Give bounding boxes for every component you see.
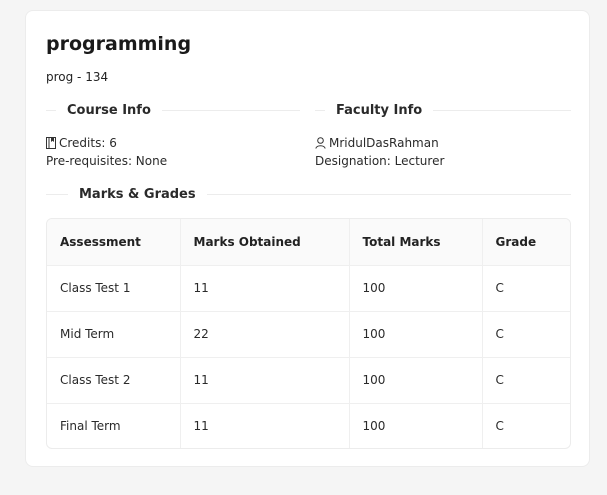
credits-line: Credits: 6 [46,136,117,150]
marks-divider: Marks & Grades [46,187,571,202]
divider-line [46,194,68,195]
cell-marks-obtained: 11 [180,265,350,312]
credits-text: Credits: 6 [59,136,117,150]
table-row: Class Test 2 11 100 C [47,357,570,404]
cell-marks-obtained: 11 [180,403,350,448]
table-header-row: Assessment Marks Obtained Total Marks Gr… [47,219,570,266]
column-header-total-marks[interactable]: Total Marks [349,219,483,266]
marks-table: Assessment Marks Obtained Total Marks Gr… [47,219,570,448]
faculty-name-line: MridulDasRahman [315,136,439,150]
cell-marks-obtained: 22 [180,311,350,358]
divider-line [161,110,300,111]
cell-total-marks: 100 [349,311,483,358]
user-icon [315,137,326,149]
cell-marks-obtained: 11 [180,357,350,404]
course-card: programming prog - 134 Course Info Facul… [25,10,590,467]
cell-assessment: Class Test 1 [47,265,181,312]
divider-line [46,110,56,111]
divider-line [315,110,325,111]
cell-assessment: Final Term [47,403,181,448]
column-header-assessment[interactable]: Assessment [47,219,181,266]
course-title: programming [46,33,192,55]
book-icon [46,137,56,149]
table-row: Final Term 11 100 C [47,403,570,448]
marks-heading: Marks & Grades [79,187,196,202]
cell-grade: C [482,311,570,358]
table-row: Mid Term 22 100 C [47,311,570,358]
faculty-name: MridulDasRahman [329,136,439,150]
faculty-designation: Designation: Lecturer [315,154,445,168]
cell-assessment: Mid Term [47,311,181,358]
divider-line [433,110,571,111]
cell-grade: C [495,419,504,434]
table-row: Class Test 1 11 100 C [47,265,570,312]
cell-assessment: Class Test 2 [47,357,181,404]
cell-grade: C [482,357,570,404]
column-header-marks-obtained[interactable]: Marks Obtained [180,219,350,266]
course-info-heading: Course Info [67,103,151,118]
cell-grade: C [482,265,570,312]
course-code: prog - 134 [46,70,109,84]
course-info-divider: Course Info [46,103,300,118]
faculty-info-heading: Faculty Info [336,103,423,118]
column-header-grade[interactable]: Grade [482,219,570,266]
cell-total-marks: 100 [349,403,483,448]
cell-total-marks: 100 [349,265,483,312]
prerequisites-text: Pre-requisites: None [46,154,168,168]
divider-line [206,194,571,195]
cell-total-marks: 100 [349,357,483,404]
marks-table-container: Assessment Marks Obtained Total Marks Gr… [46,218,571,449]
faculty-info-divider: Faculty Info [315,103,571,118]
